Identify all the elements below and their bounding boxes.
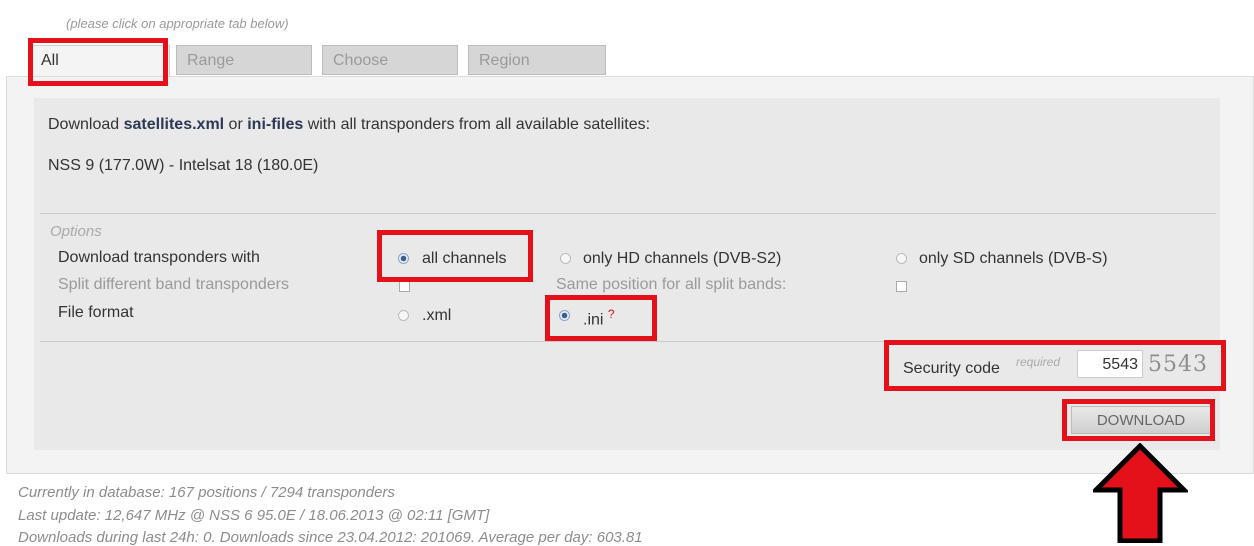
divider [40,213,1216,214]
intro-text: Download [48,116,124,133]
highlight-download [1062,399,1215,441]
radio-xml[interactable] [398,310,409,321]
tab-choose[interactable]: Choose [322,45,458,75]
download-intro: Download satellites.xml or ini-files wit… [48,116,650,134]
intro-or: or [224,116,248,133]
split-checkbox[interactable] [399,281,410,292]
same-position-checkbox[interactable] [896,281,907,292]
highlight-tab-all [28,38,168,86]
highlight-all-channels [377,230,533,282]
tab-hint: (please click on appropriate tab below) [66,16,289,31]
transponders-label: Download transponders with [58,249,260,266]
split-label: Split different band transponders [58,276,289,293]
tab-range[interactable]: Range [176,45,312,75]
highlight-ini [545,295,657,341]
same-position-label: Same position for all split bands: [556,276,787,293]
arrow-up-icon [1093,443,1188,543]
options-title: Options [50,223,102,240]
file-format-label: File format [58,304,134,321]
last-update: Last update: 12,647 MHz @ NSS 6 95.0E / … [18,507,490,524]
hd-channels-label: only HD channels (DVB-S2) [583,250,782,267]
xml-label: .xml [422,307,452,324]
tab-region[interactable]: Region [468,45,606,75]
radio-sd-channels[interactable] [896,253,907,264]
radio-hd-channels[interactable] [560,253,571,264]
sd-channels-label: only SD channels (DVB-S) [919,250,1108,267]
options-panel [34,98,1220,450]
satellite-range: NSS 9 (177.0W) - Intelsat 18 (180.0E) [48,157,319,174]
download-stats: Downloads during last 24h: 0. Downloads … [18,529,643,546]
intro-suffix: with all transponders from all available… [303,116,651,133]
highlight-security-code [884,340,1226,391]
ini-files-link[interactable]: ini-files [247,116,303,133]
db-stats: Currently in database: 167 positions / 7… [18,484,395,501]
satellites-xml-link[interactable]: satellites.xml [124,116,225,133]
